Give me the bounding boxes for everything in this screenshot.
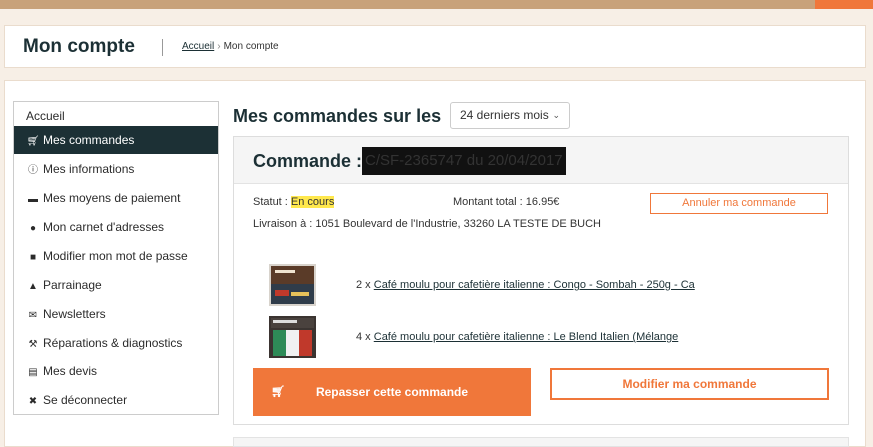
sidebar-item-label: Se déconnecter: [43, 393, 128, 407]
sidebar-item-label: Newsletters: [43, 307, 106, 321]
sidebar-item-deconnecter[interactable]: ✖ Se déconnecter: [14, 386, 218, 414]
status-badge: En cours: [290, 196, 335, 208]
account-sidebar: Accueil 🛒︎ Mes commandes ⓘ Mes information…: [13, 101, 219, 415]
order-total: Montant total : 16.95€: [453, 196, 559, 208]
close-circle-icon: ✖: [28, 396, 38, 407]
delivery-value: 1051 Boulevard de l'Industrie, 33260 LA …: [315, 218, 601, 230]
total-value: 16.95€: [525, 196, 560, 208]
breadcrumb-home-link[interactable]: Accueil: [182, 41, 214, 52]
sidebar-item-label: Mon carnet d'adresses: [43, 220, 165, 234]
product-link[interactable]: Café moulu pour cafetière italienne : Le…: [374, 331, 679, 343]
breadcrumb: Accueil › Mon compte: [182, 41, 279, 52]
sidebar-item-label: Modifier mon mot de passe: [43, 249, 188, 263]
sidebar-item-mot-de-passe[interactable]: ■ Modifier mon mot de passe: [14, 242, 218, 270]
order-product: 2 x Café moulu pour cafetière italienne …: [269, 264, 829, 306]
order-card-header: Commande : C/SF-2365747 du 20/04/2017: [234, 137, 848, 184]
next-order-card: [233, 437, 849, 447]
credit-card-icon: ▬: [28, 194, 38, 205]
breadcrumb-current: Mon compte: [223, 41, 279, 52]
thumbs-up-icon: ▲: [28, 281, 38, 292]
sidebar-item-devis[interactable]: ▤ Mes devis: [14, 357, 218, 385]
sidebar-item-label: Mes devis: [43, 364, 98, 378]
page-title: Mon compte: [23, 36, 135, 57]
product-thumbnail[interactable]: [269, 316, 316, 358]
cart-icon: 🛒︎: [26, 136, 40, 147]
product-thumbnail[interactable]: [269, 264, 316, 306]
product-qty: 2 x: [356, 279, 371, 291]
order-label: Commande :: [253, 151, 363, 171]
order-status: Statut : En cours: [253, 196, 335, 208]
product-line: 4 x Café moulu pour cafetière italienne …: [356, 331, 678, 343]
product-line: 2 x Café moulu pour cafetière italienne …: [356, 279, 695, 291]
orders-heading: Mes commandes sur les: [233, 106, 442, 126]
order-reference: C/SF-2365747 du 20/04/2017: [362, 147, 566, 175]
info-icon: ⓘ: [28, 165, 38, 176]
cancel-order-button[interactable]: Annuler ma commande: [650, 193, 828, 214]
sidebar-item-informations[interactable]: ⓘ Mes informations: [14, 155, 218, 183]
sidebar-item-reparations[interactable]: ⚒ Réparations & diagnostics: [14, 329, 218, 357]
total-label: Montant total :: [453, 196, 523, 208]
sidebar-item-label: Mes informations: [43, 162, 135, 176]
top-bar-accent: [815, 0, 873, 9]
sidebar-item-label: Mes commandes: [43, 133, 135, 147]
delivery-address: Livraison à : 1051 Boulevard de l'Indust…: [253, 218, 601, 230]
lock-icon: ■: [29, 252, 37, 263]
document-icon: ▤: [28, 367, 38, 378]
breadcrumb-separator: ›: [217, 41, 221, 52]
sidebar-item-paiement[interactable]: ▬ Mes moyens de paiement: [14, 184, 218, 212]
wrench-icon: ⚒: [28, 339, 38, 350]
period-select[interactable]: 24 derniers mois ⌄: [450, 102, 570, 129]
reorder-button[interactable]: 🛒︎ Repasser cette commande: [253, 368, 531, 416]
order-product: 4 x Café moulu pour cafetière italienne …: [269, 316, 829, 358]
product-link[interactable]: Café moulu pour cafetière italienne : Co…: [374, 279, 695, 291]
delivery-label: Livraison à :: [253, 218, 313, 230]
product-qty: 4 x: [356, 331, 371, 343]
reorder-label: Repasser cette commande: [315, 385, 469, 399]
sidebar-item-label: Accueil: [26, 109, 65, 123]
chevron-down-icon: ⌄: [552, 110, 560, 120]
sidebar-item-commandes[interactable]: 🛒︎ Mes commandes: [14, 126, 218, 154]
envelope-icon: ✉: [28, 310, 38, 321]
sidebar-item-label: Réparations & diagnostics: [43, 336, 183, 350]
header-separator: [162, 39, 163, 56]
sidebar-item-label: Mes moyens de paiement: [43, 191, 181, 205]
modify-order-button[interactable]: Modifier ma commande: [550, 368, 829, 400]
sidebar-item-adresses[interactable]: ● Mon carnet d'adresses: [14, 213, 218, 241]
page-header: Mon compte Accueil › Mon compte: [4, 25, 866, 68]
top-bar: [0, 0, 873, 9]
map-marker-icon: ●: [29, 223, 37, 234]
sidebar-item-parrainage[interactable]: ▲ Parrainage: [14, 271, 218, 299]
cart-icon: 🛒︎: [271, 386, 285, 398]
sidebar-item-newsletters[interactable]: ✉ Newsletters: [14, 300, 218, 328]
sidebar-item-label: Parrainage: [43, 278, 102, 292]
period-select-value: 24 derniers mois: [460, 108, 549, 122]
status-label: Statut :: [253, 196, 288, 208]
